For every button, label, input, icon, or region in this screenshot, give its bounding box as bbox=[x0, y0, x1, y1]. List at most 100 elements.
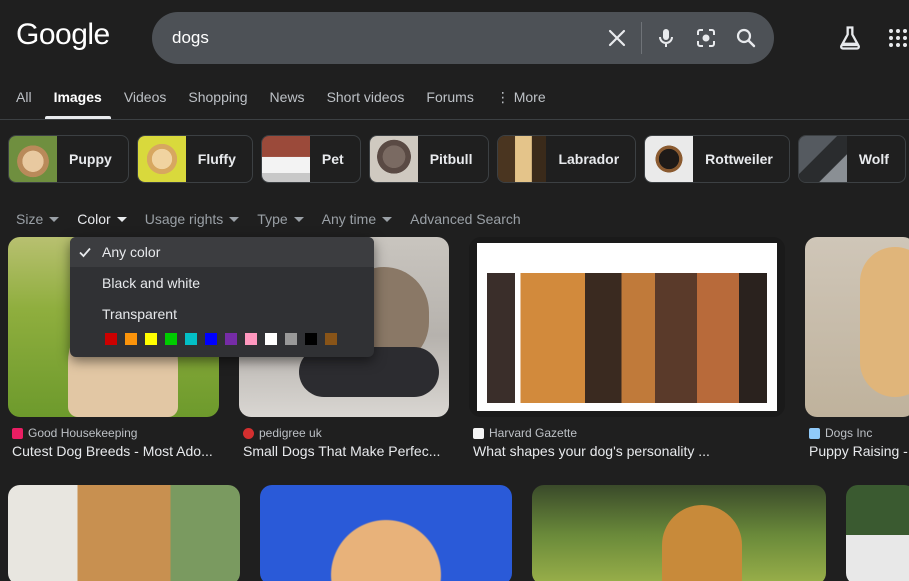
chip-pet[interactable]: Pet bbox=[260, 135, 361, 183]
chip-thumbnail bbox=[798, 136, 847, 182]
clear-icon[interactable] bbox=[605, 26, 629, 50]
color-swatch-4[interactable] bbox=[164, 332, 178, 346]
tab-news[interactable]: News bbox=[270, 89, 305, 119]
color-option-black-white[interactable]: Black and white bbox=[102, 275, 200, 291]
tab-short-videos[interactable]: Short videos bbox=[327, 89, 405, 119]
chip-label: Fluffy bbox=[197, 151, 236, 167]
chip-labrador[interactable]: Labrador bbox=[497, 135, 637, 183]
tab-forums[interactable]: Forums bbox=[426, 89, 473, 119]
filter-bar: Size Color Usage rights Type Any time Ad… bbox=[16, 211, 539, 227]
color-dropdown-menu: Any color Black and white Transparent bbox=[70, 237, 374, 357]
color-option-transparent[interactable]: Transparent bbox=[102, 306, 177, 322]
mic-icon[interactable] bbox=[654, 26, 678, 50]
tab-videos[interactable]: Videos bbox=[124, 89, 167, 119]
chip-thumbnail bbox=[369, 136, 418, 182]
chip-pitbull[interactable]: Pitbull bbox=[368, 135, 490, 183]
source-name: pedigree uk bbox=[259, 426, 322, 440]
site-favicon bbox=[809, 427, 820, 439]
result-image-6[interactable] bbox=[260, 485, 512, 581]
filter-time[interactable]: Any time bbox=[321, 211, 393, 227]
filter-usage-label: Usage rights bbox=[144, 211, 224, 227]
result-image-3[interactable] bbox=[469, 237, 785, 417]
result-title-1[interactable]: Cutest Dog Breeds - Most Ado... bbox=[12, 443, 218, 459]
search-input[interactable]: dogs bbox=[172, 28, 209, 48]
color-swatch-1[interactable] bbox=[104, 332, 118, 346]
tab-more-label: More bbox=[513, 89, 546, 105]
color-swatch-7[interactable] bbox=[224, 332, 238, 346]
result-source-4[interactable]: Dogs Inc bbox=[809, 426, 872, 440]
result-image-4[interactable] bbox=[805, 237, 909, 417]
chip-thumbnail bbox=[137, 136, 186, 182]
tab-shopping[interactable]: Shopping bbox=[188, 89, 247, 119]
source-name: Dogs Inc bbox=[825, 426, 873, 440]
labs-flask-icon[interactable] bbox=[836, 24, 864, 52]
search-bar[interactable]: dogs bbox=[152, 12, 774, 64]
lens-icon[interactable] bbox=[694, 26, 718, 50]
color-option-any[interactable]: Any color bbox=[102, 244, 160, 260]
filter-type[interactable]: Type bbox=[257, 211, 304, 227]
result-title-4[interactable]: Puppy Raising - bbox=[809, 443, 909, 459]
related-chips: Puppy Fluffy Pet Pitbull Labrador Rottwe… bbox=[8, 135, 909, 183]
color-swatch-5[interactable] bbox=[184, 332, 198, 346]
color-swatch-9[interactable] bbox=[264, 332, 278, 346]
result-source-1[interactable]: Good Housekeeping bbox=[12, 426, 137, 440]
search-tabs: All Images Videos Shopping News Short vi… bbox=[16, 89, 568, 119]
tab-more[interactable]: ⋮ More bbox=[496, 89, 546, 119]
chip-label: Rottweiler bbox=[705, 151, 773, 167]
result-title-2[interactable]: Small Dogs That Make Perfec... bbox=[243, 443, 449, 459]
chip-rottweiler[interactable]: Rottweiler bbox=[644, 135, 790, 183]
tab-images[interactable]: Images bbox=[44, 89, 112, 119]
chip-puppy[interactable]: Puppy bbox=[8, 135, 129, 183]
color-swatch-12[interactable] bbox=[324, 332, 338, 346]
chevron-down-icon bbox=[49, 217, 60, 222]
search-icon[interactable] bbox=[734, 26, 758, 50]
color-swatches bbox=[104, 332, 344, 346]
apps-grid-icon[interactable] bbox=[886, 26, 909, 50]
chip-thumbnail bbox=[9, 136, 57, 182]
chip-thumbnail bbox=[498, 136, 547, 182]
filter-type-label: Type bbox=[257, 211, 288, 227]
filter-time-label: Any time bbox=[321, 211, 377, 227]
filter-size-label: Size bbox=[16, 211, 44, 227]
dog-group bbox=[487, 273, 767, 403]
chip-label: Labrador bbox=[558, 151, 620, 167]
chip-wolf[interactable]: Wolf bbox=[797, 135, 906, 183]
chevron-down-icon bbox=[116, 217, 127, 222]
color-swatch-3[interactable] bbox=[144, 332, 158, 346]
chip-label: Pitbull bbox=[429, 151, 473, 167]
advanced-search-link[interactable]: Advanced Search bbox=[410, 211, 521, 227]
source-name: Harvard Gazette bbox=[489, 426, 578, 440]
site-favicon bbox=[12, 427, 23, 439]
image-frame bbox=[477, 243, 777, 411]
chip-thumbnail bbox=[645, 136, 694, 182]
color-swatch-10[interactable] bbox=[284, 332, 298, 346]
filter-size[interactable]: Size bbox=[16, 211, 60, 227]
color-swatch-8[interactable] bbox=[244, 332, 258, 346]
google-logo[interactable]: Google bbox=[16, 18, 110, 52]
result-source-3[interactable]: Harvard Gazette bbox=[473, 426, 577, 440]
chip-fluffy[interactable]: Fluffy bbox=[136, 135, 253, 183]
result-image-7[interactable] bbox=[532, 485, 826, 581]
chevron-down-icon bbox=[229, 217, 240, 222]
check-icon bbox=[79, 247, 91, 258]
color-swatch-11[interactable] bbox=[304, 332, 318, 346]
color-swatch-2[interactable] bbox=[124, 332, 138, 346]
tabs-divider bbox=[0, 119, 909, 120]
result-title-3[interactable]: What shapes your dog's personality ... bbox=[473, 443, 785, 459]
chip-label: Puppy bbox=[69, 151, 112, 167]
filter-color[interactable]: Color bbox=[77, 211, 127, 227]
color-swatch-6[interactable] bbox=[204, 332, 218, 346]
filter-usage-rights[interactable]: Usage rights bbox=[145, 211, 240, 227]
site-favicon bbox=[243, 427, 254, 439]
tab-all[interactable]: All bbox=[16, 89, 32, 119]
chip-thumbnail bbox=[261, 136, 310, 182]
result-image-8[interactable] bbox=[846, 485, 909, 581]
dog-shape bbox=[860, 247, 909, 397]
search-divider bbox=[641, 22, 642, 54]
result-source-2[interactable]: pedigree uk bbox=[243, 426, 322, 440]
site-favicon bbox=[473, 427, 484, 439]
chevron-down-icon bbox=[382, 217, 393, 222]
chip-label: Wolf bbox=[858, 151, 889, 167]
result-image-5[interactable] bbox=[8, 485, 240, 581]
chevron-down-icon bbox=[293, 217, 304, 222]
